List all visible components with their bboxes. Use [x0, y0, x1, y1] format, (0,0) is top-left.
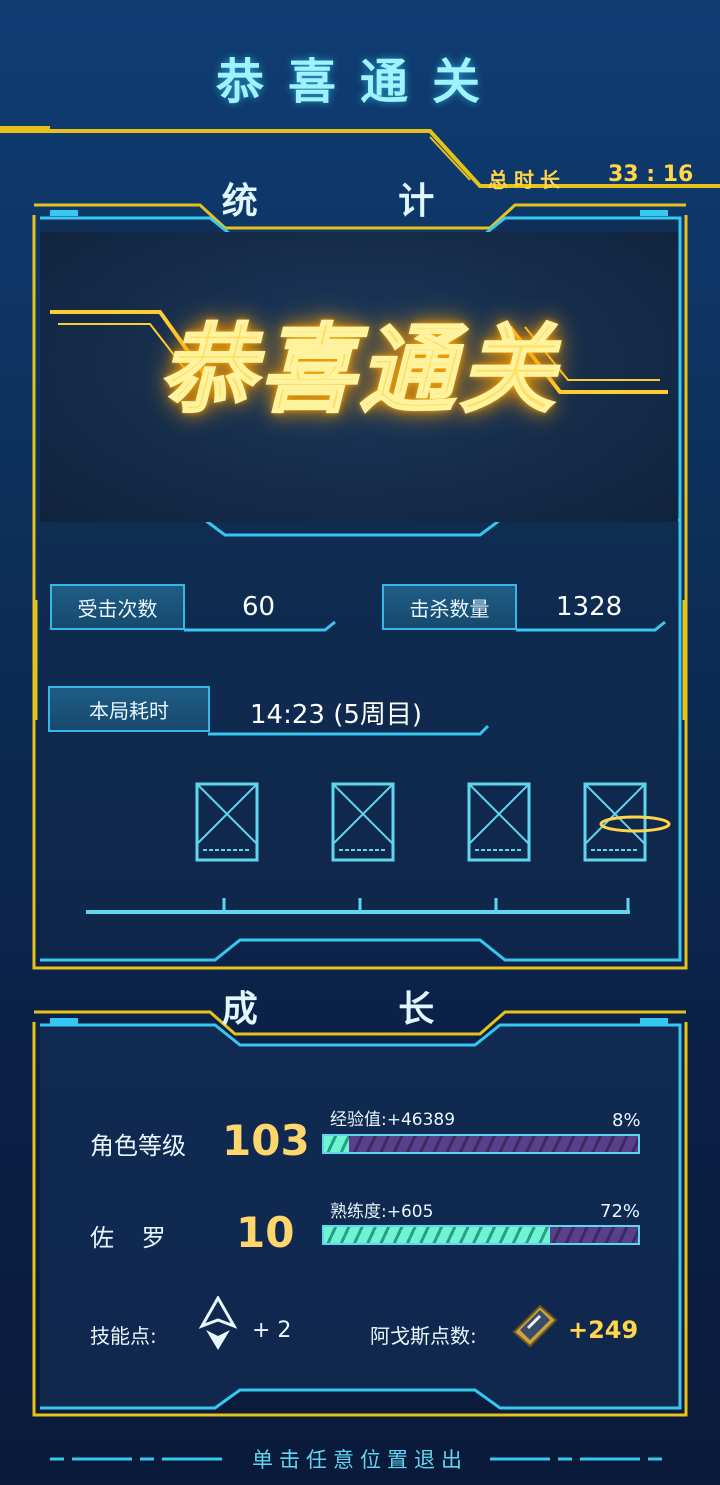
exp-caption: 经验值:+46389 — [330, 1110, 456, 1130]
hits-value: 60 — [242, 592, 276, 622]
proficiency-percent: 72% — [600, 1201, 641, 1222]
kills-label: 击杀数量 — [382, 584, 517, 630]
character-name-label: 佐 罗 — [90, 1224, 176, 1252]
total-time-label: 总时长 — [488, 168, 566, 192]
growth-section-title: 成 长 — [221, 989, 499, 1030]
char-level-label: 角色等级 — [90, 1132, 186, 1160]
weapon-slot-3-icon[interactable] — [467, 782, 531, 862]
weapon-slot-1-icon[interactable] — [195, 782, 259, 862]
weapon-slot-4-icon[interactable] — [583, 782, 675, 862]
page-title: 恭喜通关 — [215, 54, 504, 110]
agos-points-label: 阿戈斯点数: — [370, 1324, 477, 1348]
proficiency-progress-fill — [324, 1227, 551, 1243]
char-level-value: 103 — [222, 1116, 310, 1165]
stats-section-title: 统 计 — [221, 181, 499, 222]
exp-progress-bar — [322, 1134, 640, 1154]
congrats-big-text: 恭喜通关 — [158, 313, 559, 427]
weapon-slot-2-icon[interactable] — [331, 782, 395, 862]
skill-points-value: + 2 — [252, 1318, 292, 1343]
agos-ticket-icon — [512, 1304, 558, 1348]
exp-progress-fill — [324, 1136, 350, 1152]
proficiency-progress-bar — [322, 1225, 640, 1245]
exit-hint[interactable]: 单击任意位置退出 — [0, 1444, 720, 1474]
hits-label: 受击次数 — [50, 584, 185, 630]
skill-points-label: 技能点: — [90, 1324, 157, 1348]
character-level-value: 10 — [236, 1208, 295, 1257]
run-time-value: 14:23 (5周目) — [250, 700, 423, 730]
exp-percent: 8% — [612, 1110, 641, 1131]
run-time-label: 本局耗时 — [48, 686, 210, 732]
kills-value: 1328 — [556, 592, 623, 622]
total-time-value: 33 : 16 — [608, 162, 694, 187]
agos-points-value: +249 — [568, 1316, 639, 1344]
congrats-banner: 恭喜通关 — [40, 232, 678, 522]
skill-point-icon — [198, 1296, 238, 1350]
proficiency-caption: 熟练度:+605 — [330, 1202, 434, 1222]
